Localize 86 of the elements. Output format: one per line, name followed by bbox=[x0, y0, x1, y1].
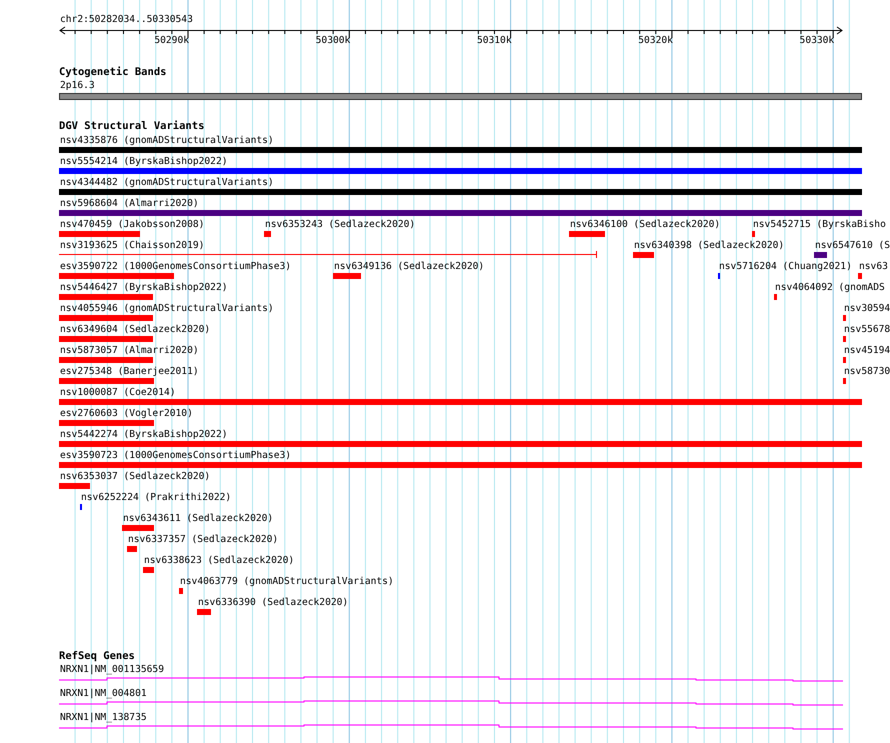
variant-bar[interactable] bbox=[59, 168, 862, 174]
variant-bar[interactable] bbox=[633, 252, 654, 258]
variant-bar[interactable] bbox=[843, 378, 846, 384]
variant-label: nsv6343611 (Sedlazeck2020) bbox=[123, 513, 274, 524]
variant-bar[interactable] bbox=[333, 273, 361, 279]
band-label: 2p16.3 bbox=[60, 80, 95, 91]
transcript-label: NRXN1|NM_138735 bbox=[60, 712, 147, 723]
variant-label: esv2760603 (Vogler2010) bbox=[60, 408, 193, 419]
variant-bar[interactable] bbox=[858, 273, 862, 279]
variant-label: nsv58730 bbox=[844, 366, 890, 377]
variant-label: nsv5446427 (ByrskaBishop2022) bbox=[60, 282, 228, 293]
variant-bar[interactable] bbox=[59, 147, 862, 153]
variant-label: nsv5442274 (ByrskaBishop2022) bbox=[60, 429, 228, 440]
variant-label: nsv470459 (Jakobsson2008) bbox=[60, 219, 204, 230]
variant-bar[interactable] bbox=[143, 567, 154, 573]
variant-label: nsv4055946 (gnomADStructuralVariants) bbox=[60, 303, 274, 314]
track-title: Cytogenetic Bands bbox=[59, 67, 166, 78]
variant-bar[interactable] bbox=[59, 420, 154, 426]
variant-label: nsv6252224 (Prakrithi2022) bbox=[81, 492, 232, 503]
tick-label: 50310k bbox=[476, 35, 512, 46]
variant-label: nsv4063779 (gnomADStructuralVariants) bbox=[180, 576, 394, 587]
variant-label: nsv45194 bbox=[844, 345, 890, 356]
variant-label: nsv6340398 (Sedlazeck2020) bbox=[634, 240, 784, 251]
variant-bar[interactable] bbox=[59, 357, 153, 363]
variant-label: nsv5716204 (Chuang2021) bbox=[719, 261, 852, 272]
variant-bar[interactable] bbox=[59, 378, 154, 384]
variant-label: esv3590722 (1000GenomesConsortiumPhase3) bbox=[60, 261, 292, 272]
variant-label: nsv5554214 (ByrskaBishop2022) bbox=[60, 156, 228, 167]
transcript-label: NRXN1|NM_004801 bbox=[60, 688, 147, 699]
variant-label: nsv6353037 (Sedlazeck2020) bbox=[60, 471, 210, 482]
variant-label: nsv6547610 (S bbox=[815, 240, 890, 251]
gene-model-line[interactable] bbox=[58, 676, 844, 682]
variant-label: nsv6338623 (Sedlazeck2020) bbox=[144, 555, 294, 566]
variant-label: nsv1000087 (Coe2014) bbox=[60, 387, 176, 398]
variant-bar[interactable] bbox=[814, 252, 827, 258]
track-title: DGV Structural Variants bbox=[59, 121, 204, 132]
variant-label: nsv63 bbox=[859, 261, 888, 272]
variant-bar[interactable] bbox=[59, 231, 140, 237]
variant-bar[interactable] bbox=[264, 231, 271, 237]
variant-bar[interactable] bbox=[59, 273, 174, 279]
variant-bar[interactable] bbox=[59, 315, 153, 321]
gene-model-line[interactable] bbox=[58, 700, 844, 706]
variant-bar[interactable] bbox=[843, 336, 846, 342]
variant-bar[interactable] bbox=[122, 525, 154, 531]
variant-bar[interactable] bbox=[197, 609, 211, 615]
variant-bar[interactable] bbox=[843, 315, 846, 321]
variant-label: nsv6349604 (Sedlazeck2020) bbox=[60, 324, 210, 335]
variant-label: nsv6349136 (Sedlazeck2020) bbox=[334, 261, 484, 272]
variant-label: nsv6353243 (Sedlazeck2020) bbox=[265, 219, 416, 230]
variant-bar[interactable] bbox=[59, 441, 862, 447]
location-label: chr2:50282034..50330543 bbox=[60, 14, 193, 25]
variant-bar[interactable] bbox=[774, 294, 777, 300]
variant-label: nsv4344482 (gnomADStructuralVariants) bbox=[60, 177, 274, 188]
tick-label: 50330k bbox=[800, 35, 834, 46]
variant-label: nsv5968604 (Almarri2020) bbox=[60, 198, 199, 209]
variant-label: nsv4335876 (gnomADStructuralVariants) bbox=[60, 135, 274, 146]
variant-line[interactable] bbox=[58, 250, 598, 258]
variant-label: nsv6346100 (Sedlazeck2020) bbox=[570, 219, 720, 230]
variant-bar[interactable] bbox=[59, 399, 862, 405]
variant-label: nsv6336390 (Sedlazeck2020) bbox=[198, 597, 348, 608]
variant-bar[interactable] bbox=[59, 462, 862, 468]
variant-bar[interactable] bbox=[59, 210, 862, 216]
transcript-label: NRXN1|NM_001135659 bbox=[60, 664, 164, 675]
variant-bar[interactable] bbox=[752, 231, 755, 237]
variant-label: nsv5873057 (Almarri2020) bbox=[60, 345, 199, 356]
variant-label: nsv5452715 (ByrskaBisho bbox=[753, 219, 886, 230]
variant-label: nsv6337357 (Sedlazeck2020) bbox=[128, 534, 278, 545]
variant-label: nsv55678 bbox=[844, 324, 890, 335]
variant-bar[interactable] bbox=[179, 588, 183, 594]
variant-label: esv275348 (Banerjee2011) bbox=[60, 366, 199, 377]
variant-bar[interactable] bbox=[59, 294, 153, 300]
variant-bar[interactable] bbox=[59, 189, 862, 195]
tick-label: 50320k bbox=[638, 35, 673, 46]
variant-bar[interactable] bbox=[127, 546, 137, 552]
variant-label: nsv3193625 (Chaisson2019) bbox=[60, 240, 204, 251]
variant-label: nsv30594 bbox=[844, 303, 890, 314]
variant-bar[interactable] bbox=[843, 357, 846, 363]
variant-bar[interactable] bbox=[569, 231, 605, 237]
variant-label: esv3590723 (1000GenomesConsortiumPhase3) bbox=[60, 450, 292, 461]
variant-bar[interactable] bbox=[59, 483, 90, 489]
variant-bar[interactable] bbox=[59, 336, 153, 342]
gene-model-line[interactable] bbox=[58, 724, 844, 730]
tick-label: 50300k bbox=[316, 35, 350, 46]
variant-label: nsv4064092 (gnomADS bbox=[775, 282, 885, 293]
tick-label: 50290k bbox=[154, 35, 189, 46]
track-title: RefSeq Genes bbox=[59, 651, 135, 662]
